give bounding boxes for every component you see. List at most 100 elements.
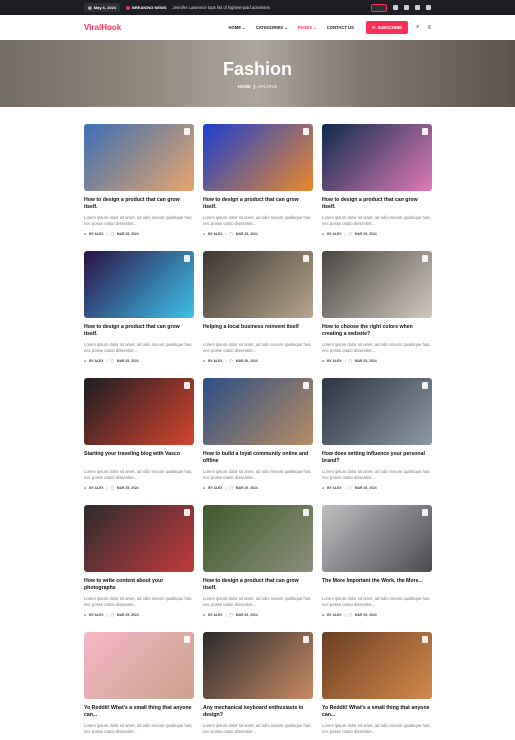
post-author[interactable]: BY ALEX: [89, 486, 104, 490]
post-thumbnail[interactable]: [203, 505, 313, 572]
post-thumbnail[interactable]: [84, 124, 194, 191]
search-icon[interactable]: ⌕: [416, 24, 419, 31]
post-thumbnail[interactable]: [203, 632, 313, 699]
top-bar: ▦ May 6, 2024 BREAKING NEWS Jennifer Law…: [0, 0, 515, 15]
post-card[interactable]: Any mechanical keyboard enthusiasts in d…: [203, 632, 313, 740]
post-thumbnail[interactable]: [322, 251, 432, 318]
bookmark-icon[interactable]: [184, 255, 190, 262]
post-date: MAR 25, 2024: [354, 359, 377, 363]
bookmark-icon[interactable]: [184, 382, 190, 389]
site-logo[interactable]: ViralHook: [84, 23, 121, 32]
post-title[interactable]: How to choose the right colors when crea…: [322, 324, 432, 339]
post-title[interactable]: How to design a product that can grow it…: [203, 197, 313, 212]
post-thumbnail[interactable]: [322, 505, 432, 572]
post-date: MAR 25, 2024: [354, 486, 377, 490]
user-icon: ●: [322, 486, 325, 490]
post-author[interactable]: BY ALEX: [89, 359, 104, 363]
bookmark-icon[interactable]: [303, 255, 309, 262]
post-author[interactable]: BY ALEX: [208, 613, 223, 617]
post-thumbnail[interactable]: [84, 505, 194, 572]
post-date: MAR 25, 2024: [235, 486, 258, 490]
breadcrumb: HOME ❯ ARCHIVE: [0, 84, 515, 89]
post-thumbnail[interactable]: [203, 378, 313, 445]
bookmark-icon[interactable]: [422, 128, 428, 135]
post-thumbnail[interactable]: [203, 124, 313, 191]
calendar-icon: ▢: [348, 232, 352, 236]
post-title[interactable]: How to write content about your photogra…: [84, 578, 194, 593]
bookmark-icon[interactable]: [422, 509, 428, 516]
bookmark-icon[interactable]: [422, 636, 428, 643]
post-author[interactable]: BY ALEX: [327, 486, 342, 490]
post-author[interactable]: BY ALEX: [208, 359, 223, 363]
nav-pages[interactable]: PAGES ⌄: [298, 25, 317, 30]
post-excerpt: Lorem ipsum dolor sit amet, ad odio novu…: [322, 215, 431, 227]
nav-categories[interactable]: CATEGORIES ⌄: [256, 25, 288, 30]
post-card[interactable]: How to design a product that can grow it…: [203, 124, 313, 242]
instagram-icon[interactable]: [393, 5, 398, 10]
post-card[interactable]: How to design a product that can grow it…: [84, 124, 194, 242]
post-title[interactable]: How to design a product that can grow it…: [84, 324, 194, 339]
post-title[interactable]: How to design a product that can grow it…: [203, 578, 313, 593]
post-title[interactable]: How to build a loyal community online an…: [203, 451, 313, 466]
post-author[interactable]: BY ALEX: [89, 232, 104, 236]
post-card[interactable]: How to write content about your photogra…: [84, 505, 194, 623]
post-card[interactable]: The More Important the Work, the More...…: [322, 505, 432, 623]
nav-contact[interactable]: CONTACT US: [327, 25, 354, 30]
bookmark-icon[interactable]: [422, 382, 428, 389]
user-icon: ●: [84, 359, 87, 363]
post-card[interactable]: Yo Reddit! What’s a small thing that any…: [84, 632, 194, 740]
breadcrumb-home[interactable]: HOME: [238, 84, 251, 89]
bookmark-icon[interactable]: [303, 128, 309, 135]
bookmark-icon[interactable]: [184, 636, 190, 643]
post-author[interactable]: BY ALEX: [327, 613, 342, 617]
post-card[interactable]: How to design a product that can grow it…: [322, 124, 432, 242]
post-card[interactable]: How does writing influence your personal…: [322, 378, 432, 496]
bookmark-icon[interactable]: [303, 509, 309, 516]
nav-home[interactable]: HOME ⌄: [228, 25, 245, 30]
post-thumbnail[interactable]: [84, 632, 194, 699]
post-title[interactable]: How to design a product that can grow it…: [84, 197, 194, 212]
post-title[interactable]: Yo Reddit! What’s a small thing that any…: [84, 705, 194, 720]
bookmark-icon[interactable]: [184, 509, 190, 516]
subscribe-button[interactable]: ✉ SUBSCRIBE: [365, 21, 409, 34]
post-title[interactable]: How to design a product that can grow it…: [322, 197, 432, 212]
breaking-headline[interactable]: Jennifer Lawrence tops list of highest-p…: [172, 5, 269, 10]
youtube-icon[interactable]: [415, 5, 420, 10]
meta-divider: |: [106, 486, 108, 490]
post-card[interactable]: How to design a product that can grow it…: [203, 505, 313, 623]
post-author[interactable]: BY ALEX: [327, 232, 342, 236]
post-title[interactable]: The More Important the Work, the More...: [322, 578, 432, 593]
bookmark-icon[interactable]: [303, 382, 309, 389]
post-thumbnail[interactable]: [322, 124, 432, 191]
post-title[interactable]: Yo Reddit! What’s a small thing that any…: [322, 705, 432, 720]
post-card[interactable]: How to build a loyal community online an…: [203, 378, 313, 496]
post-card[interactable]: How to choose the right colors when crea…: [322, 251, 432, 369]
post-author[interactable]: BY ALEX: [89, 613, 104, 617]
post-title[interactable]: Any mechanical keyboard enthusiasts in d…: [203, 705, 313, 720]
post-card[interactable]: Yo Reddit! What’s a small thing that any…: [322, 632, 432, 740]
post-card[interactable]: Helping a local business reinvent itself…: [203, 251, 313, 369]
post-date: MAR 25, 2024: [235, 613, 258, 617]
post-excerpt: Lorem ipsum dolor sit amet, ad odio novu…: [322, 596, 431, 608]
post-card[interactable]: Starting your traveling blog with Vasco L…: [84, 378, 194, 496]
post-author[interactable]: BY ALEX: [327, 359, 342, 363]
post-title[interactable]: How does writing influence your personal…: [322, 451, 432, 466]
dark-mode-toggle[interactable]: [371, 3, 387, 12]
bookmark-icon[interactable]: [184, 128, 190, 135]
post-thumbnail[interactable]: [84, 378, 194, 445]
post-title[interactable]: Helping a local business reinvent itself: [203, 324, 313, 339]
twitter-icon[interactable]: [426, 5, 431, 10]
menu-icon[interactable]: ≡: [427, 25, 431, 31]
post-card[interactable]: How to design a product that can grow it…: [84, 251, 194, 369]
calendar-icon: ▢: [229, 486, 233, 490]
post-thumbnail[interactable]: [84, 251, 194, 318]
post-thumbnail[interactable]: [322, 632, 432, 699]
post-thumbnail[interactable]: [322, 378, 432, 445]
post-thumbnail[interactable]: [203, 251, 313, 318]
bookmark-icon[interactable]: [303, 636, 309, 643]
facebook-icon[interactable]: [404, 5, 409, 10]
bookmark-icon[interactable]: [422, 255, 428, 262]
post-author[interactable]: BY ALEX: [208, 486, 223, 490]
post-author[interactable]: BY ALEX: [208, 232, 223, 236]
post-title[interactable]: Starting your traveling blog with Vasco: [84, 451, 194, 466]
